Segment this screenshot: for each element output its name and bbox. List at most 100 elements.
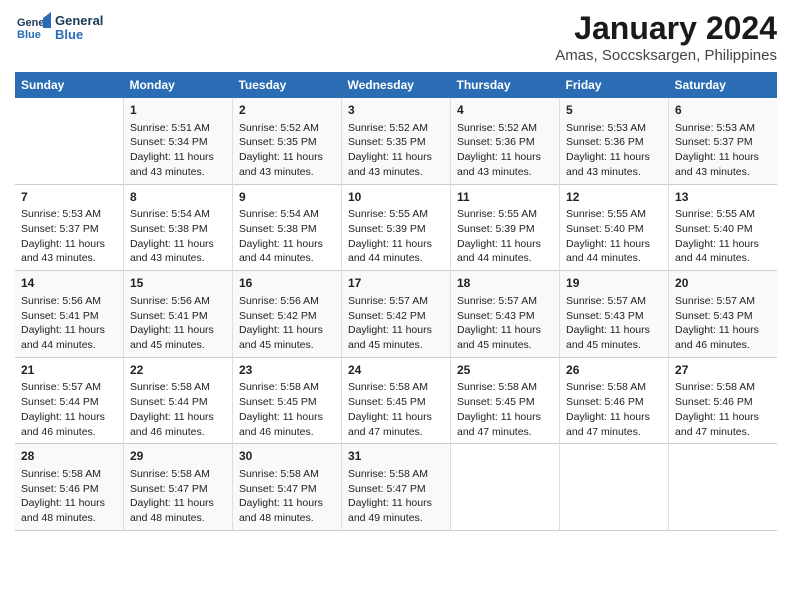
calendar-cell: 8Sunrise: 5:54 AMSunset: 5:38 PMDaylight… bbox=[123, 184, 232, 271]
day-number: 26 bbox=[566, 362, 662, 379]
calendar-cell bbox=[15, 98, 123, 184]
day-info: Sunset: 5:46 PM bbox=[566, 395, 662, 410]
day-number: 22 bbox=[130, 362, 226, 379]
day-info: Sunset: 5:47 PM bbox=[130, 482, 226, 497]
calendar-cell: 4Sunrise: 5:52 AMSunset: 5:36 PMDaylight… bbox=[451, 98, 560, 184]
day-info: Sunset: 5:45 PM bbox=[348, 395, 444, 410]
calendar-week-row: 21Sunrise: 5:57 AMSunset: 5:44 PMDayligh… bbox=[15, 357, 777, 444]
calendar-cell: 16Sunrise: 5:56 AMSunset: 5:42 PMDayligh… bbox=[232, 271, 341, 358]
day-info: Daylight: 11 hours bbox=[675, 150, 771, 165]
day-info: Daylight: 11 hours bbox=[566, 323, 662, 338]
day-info: Sunset: 5:45 PM bbox=[239, 395, 335, 410]
day-number: 16 bbox=[239, 275, 335, 292]
day-number: 21 bbox=[21, 362, 117, 379]
day-info: Sunset: 5:44 PM bbox=[21, 395, 117, 410]
day-number: 8 bbox=[130, 189, 226, 206]
day-number: 6 bbox=[675, 102, 771, 119]
day-info: Sunrise: 5:55 AM bbox=[675, 207, 771, 222]
day-info: and 43 minutes. bbox=[566, 165, 662, 180]
day-info: Sunset: 5:38 PM bbox=[239, 222, 335, 237]
day-info: and 49 minutes. bbox=[348, 511, 444, 526]
day-info: Daylight: 11 hours bbox=[130, 237, 226, 252]
calendar-cell: 7Sunrise: 5:53 AMSunset: 5:37 PMDaylight… bbox=[15, 184, 123, 271]
calendar-cell bbox=[451, 444, 560, 531]
day-number: 5 bbox=[566, 102, 662, 119]
day-info: and 44 minutes. bbox=[21, 338, 117, 353]
day-info: Daylight: 11 hours bbox=[21, 410, 117, 425]
day-info: Sunrise: 5:58 AM bbox=[130, 380, 226, 395]
day-info: and 43 minutes. bbox=[675, 165, 771, 180]
day-number: 13 bbox=[675, 189, 771, 206]
calendar-cell: 22Sunrise: 5:58 AMSunset: 5:44 PMDayligh… bbox=[123, 357, 232, 444]
weekday-header: Sunday bbox=[15, 72, 123, 98]
day-info: Sunrise: 5:57 AM bbox=[457, 294, 553, 309]
day-info: Sunrise: 5:55 AM bbox=[348, 207, 444, 222]
day-info: Sunrise: 5:58 AM bbox=[348, 467, 444, 482]
day-info: Sunset: 5:46 PM bbox=[21, 482, 117, 497]
day-info: Daylight: 11 hours bbox=[348, 410, 444, 425]
day-info: Sunset: 5:46 PM bbox=[675, 395, 771, 410]
weekday-header: Saturday bbox=[669, 72, 777, 98]
logo-icon: General Blue bbox=[15, 10, 51, 46]
day-info: and 44 minutes. bbox=[457, 251, 553, 266]
day-info: Sunrise: 5:58 AM bbox=[239, 380, 335, 395]
day-info: Sunset: 5:43 PM bbox=[566, 309, 662, 324]
day-info: Sunset: 5:35 PM bbox=[348, 135, 444, 150]
calendar-cell: 5Sunrise: 5:53 AMSunset: 5:36 PMDaylight… bbox=[560, 98, 669, 184]
day-info: Sunrise: 5:53 AM bbox=[566, 121, 662, 136]
calendar-cell: 10Sunrise: 5:55 AMSunset: 5:39 PMDayligh… bbox=[341, 184, 450, 271]
day-number: 2 bbox=[239, 102, 335, 119]
calendar-cell: 19Sunrise: 5:57 AMSunset: 5:43 PMDayligh… bbox=[560, 271, 669, 358]
day-number: 17 bbox=[348, 275, 444, 292]
day-info: Sunset: 5:44 PM bbox=[130, 395, 226, 410]
day-info: Daylight: 11 hours bbox=[239, 410, 335, 425]
day-info: Daylight: 11 hours bbox=[675, 323, 771, 338]
day-info: Daylight: 11 hours bbox=[21, 496, 117, 511]
day-info: Sunset: 5:42 PM bbox=[239, 309, 335, 324]
calendar-table: SundayMondayTuesdayWednesdayThursdayFrid… bbox=[15, 72, 777, 531]
day-info: Sunset: 5:39 PM bbox=[457, 222, 553, 237]
day-info: Sunrise: 5:56 AM bbox=[239, 294, 335, 309]
day-info: Daylight: 11 hours bbox=[130, 323, 226, 338]
day-number: 11 bbox=[457, 189, 553, 206]
day-number: 4 bbox=[457, 102, 553, 119]
day-info: and 44 minutes. bbox=[348, 251, 444, 266]
day-info: Sunrise: 5:58 AM bbox=[21, 467, 117, 482]
day-info: Sunrise: 5:57 AM bbox=[675, 294, 771, 309]
day-info: Sunrise: 5:58 AM bbox=[457, 380, 553, 395]
weekday-header: Wednesday bbox=[341, 72, 450, 98]
day-info: Sunset: 5:43 PM bbox=[675, 309, 771, 324]
day-info: Sunrise: 5:56 AM bbox=[130, 294, 226, 309]
calendar-cell: 30Sunrise: 5:58 AMSunset: 5:47 PMDayligh… bbox=[232, 444, 341, 531]
day-info: Sunset: 5:37 PM bbox=[675, 135, 771, 150]
day-info: and 45 minutes. bbox=[239, 338, 335, 353]
day-number: 19 bbox=[566, 275, 662, 292]
day-number: 24 bbox=[348, 362, 444, 379]
day-info: Sunset: 5:40 PM bbox=[675, 222, 771, 237]
day-info: Sunset: 5:40 PM bbox=[566, 222, 662, 237]
day-info: Daylight: 11 hours bbox=[130, 410, 226, 425]
logo: General Blue General Blue bbox=[15, 10, 103, 46]
day-info: Sunrise: 5:58 AM bbox=[239, 467, 335, 482]
day-number: 7 bbox=[21, 189, 117, 206]
day-info: Sunrise: 5:53 AM bbox=[21, 207, 117, 222]
day-info: Daylight: 11 hours bbox=[675, 410, 771, 425]
day-info: Sunrise: 5:55 AM bbox=[566, 207, 662, 222]
day-info: and 43 minutes. bbox=[130, 251, 226, 266]
day-info: Daylight: 11 hours bbox=[566, 237, 662, 252]
day-info: Sunset: 5:37 PM bbox=[21, 222, 117, 237]
day-info: and 43 minutes. bbox=[348, 165, 444, 180]
calendar-cell: 21Sunrise: 5:57 AMSunset: 5:44 PMDayligh… bbox=[15, 357, 123, 444]
day-info: and 44 minutes. bbox=[566, 251, 662, 266]
day-number: 28 bbox=[21, 448, 117, 465]
calendar-cell: 18Sunrise: 5:57 AMSunset: 5:43 PMDayligh… bbox=[451, 271, 560, 358]
calendar-cell: 24Sunrise: 5:58 AMSunset: 5:45 PMDayligh… bbox=[341, 357, 450, 444]
calendar-cell: 31Sunrise: 5:58 AMSunset: 5:47 PMDayligh… bbox=[341, 444, 450, 531]
calendar-cell: 17Sunrise: 5:57 AMSunset: 5:42 PMDayligh… bbox=[341, 271, 450, 358]
day-info: Sunset: 5:47 PM bbox=[239, 482, 335, 497]
day-info: and 47 minutes. bbox=[566, 425, 662, 440]
calendar-cell: 28 Sunrise: 5:58 AMSunset: 5:46 PMDayligh… bbox=[15, 444, 123, 531]
day-number: 9 bbox=[239, 189, 335, 206]
calendar-cell: 6Sunrise: 5:53 AMSunset: 5:37 PMDaylight… bbox=[669, 98, 777, 184]
calendar-cell: 15Sunrise: 5:56 AMSunset: 5:41 PMDayligh… bbox=[123, 271, 232, 358]
